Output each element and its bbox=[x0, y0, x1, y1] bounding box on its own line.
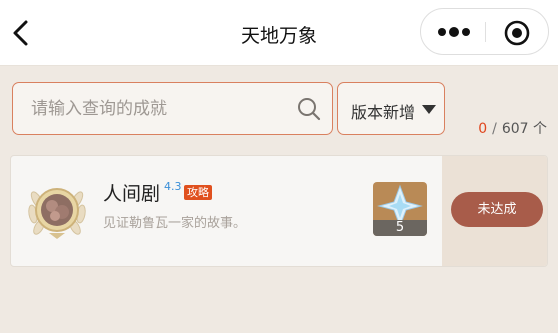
achieved-count: 0 bbox=[478, 121, 488, 137]
achievement-card[interactable]: 人间剧 4.3 攻略 见证勒鲁瓦一家的故事。 5 未达成 bbox=[10, 155, 548, 267]
achievement-title: 人间剧 bbox=[103, 183, 161, 205]
more-dots-icon[interactable] bbox=[436, 22, 476, 42]
status-button[interactable]: 未达成 bbox=[451, 192, 543, 227]
achievement-badge-icon bbox=[28, 188, 86, 239]
reward-count: 5 bbox=[373, 220, 427, 236]
total-count: 607 个 bbox=[501, 121, 547, 137]
version-filter-dropdown[interactable]: 版本新增 bbox=[337, 82, 445, 135]
guide-tag[interactable]: 攻略 bbox=[184, 185, 212, 200]
search-icon[interactable] bbox=[296, 96, 322, 122]
filter-label: 版本新增 bbox=[351, 103, 416, 122]
status-panel: 未达成 bbox=[442, 156, 547, 266]
target-close-icon[interactable] bbox=[503, 19, 531, 47]
capsule-divider bbox=[485, 22, 486, 42]
version-label: 4.3 bbox=[164, 180, 182, 193]
mini-program-capsule bbox=[420, 8, 549, 55]
top-bar: 天地万象 bbox=[0, 0, 558, 66]
achievement-description: 见证勒鲁瓦一家的故事。 bbox=[103, 216, 247, 231]
counter-separator: / bbox=[492, 121, 497, 137]
search-box bbox=[12, 82, 333, 135]
search-input[interactable] bbox=[31, 95, 281, 123]
achievement-counter: 0/607 个 bbox=[478, 118, 547, 138]
chevron-down-icon bbox=[422, 105, 436, 114]
